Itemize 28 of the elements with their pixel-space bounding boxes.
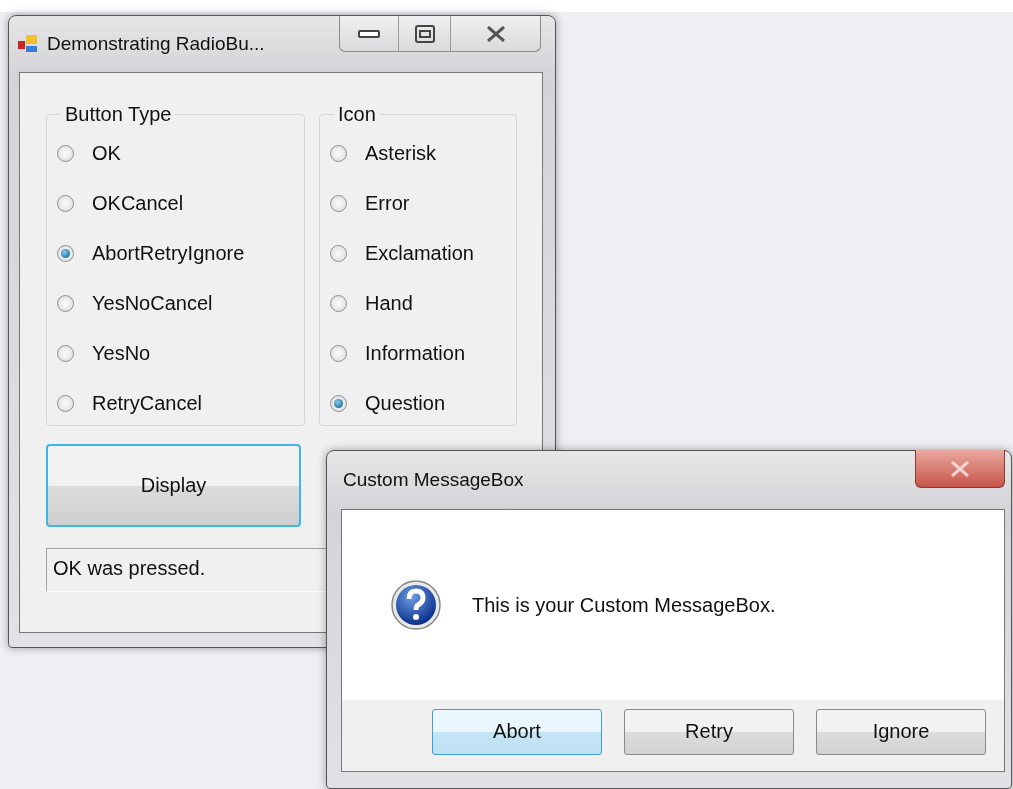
message-text: This is your Custom MessageBox. — [472, 593, 776, 617]
radio-option[interactable]: AbortRetryIgnore — [57, 240, 304, 267]
app-icon — [17, 33, 39, 55]
window-title: Custom MessageBox — [343, 469, 524, 491]
dialog-button[interactable]: Retry — [624, 708, 794, 755]
close-icon — [950, 460, 970, 477]
question-icon — [390, 579, 442, 631]
close-button[interactable] — [915, 450, 1005, 488]
radio-option[interactable]: Information — [330, 340, 516, 367]
display-button[interactable]: Display — [46, 444, 301, 527]
minimize-icon — [358, 28, 380, 39]
dialog-button[interactable]: Ignore — [816, 708, 986, 755]
restore-icon — [414, 24, 435, 43]
window-title: Demonstrating RadioBu... — [47, 33, 265, 55]
radio-option[interactable]: Hand — [330, 290, 516, 317]
group-label: Icon — [337, 103, 377, 126]
radio-option[interactable]: Question — [330, 390, 516, 417]
radio-option[interactable]: Exclamation — [330, 240, 516, 267]
close-icon — [485, 25, 506, 42]
radio-option[interactable]: RetryCancel — [57, 390, 304, 417]
radio-option[interactable]: OK — [57, 140, 304, 167]
radio-option[interactable]: YesNoCancel — [57, 290, 304, 317]
radio-option[interactable]: OKCancel — [57, 190, 304, 217]
dialog-button[interactable]: Abort — [432, 708, 602, 755]
radio-option[interactable]: Error — [330, 190, 516, 217]
radio-option[interactable]: Asterisk — [330, 140, 516, 167]
radio-option[interactable]: YesNo — [57, 340, 304, 367]
group-label: Button Type — [64, 103, 173, 126]
